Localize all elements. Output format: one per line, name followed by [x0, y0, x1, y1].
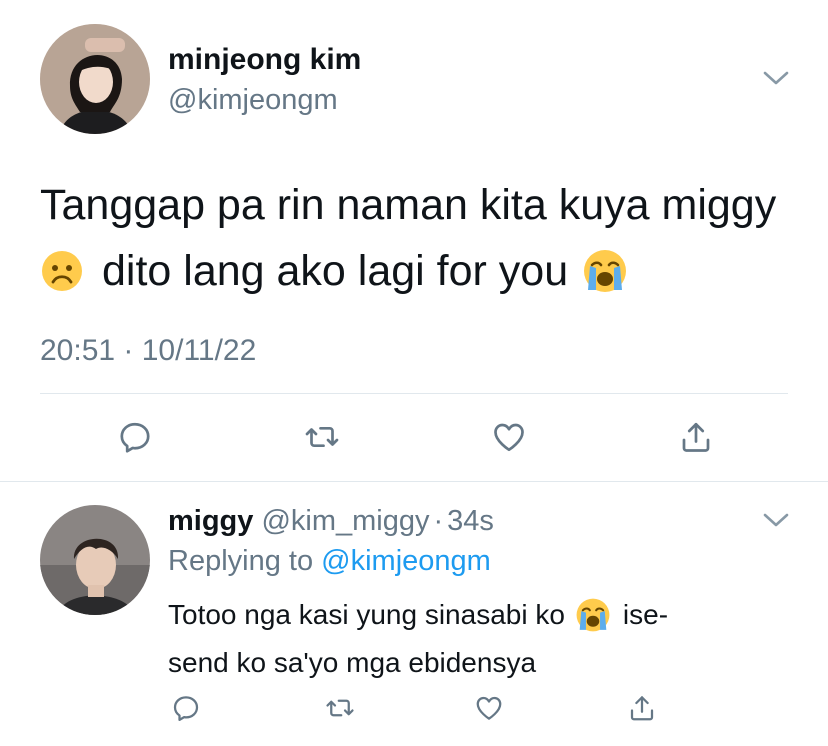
like-button[interactable]: [471, 690, 507, 726]
like-button[interactable]: [487, 415, 531, 459]
more-options-button[interactable]: [760, 64, 792, 92]
retweet-button[interactable]: [300, 415, 344, 459]
reply-text-line1-suffix: ise-: [622, 599, 669, 630]
loudly-crying-face-icon: [582, 248, 628, 294]
retweet-icon: [326, 699, 354, 717]
thread-divider: [0, 481, 828, 482]
main-tweet-text: Tanggap pa rin naman kita kuya miggy dit…: [40, 172, 810, 304]
loudly-crying-face-icon: [575, 597, 611, 633]
retweet-button[interactable]: [322, 690, 358, 726]
reply-text-line1: Totoo nga kasi yung sinasabi ko: [168, 599, 565, 630]
replying-to: Replying to @kimjeongm: [168, 544, 491, 578]
reply-separator: ·: [433, 505, 444, 537]
main-author-name[interactable]: minjeong kim: [168, 42, 361, 78]
replying-to-handle[interactable]: @kimjeongm: [321, 545, 491, 577]
main-author-avatar[interactable]: [40, 24, 150, 134]
reply-icon: [120, 422, 150, 453]
avatar-photo-icon: [40, 24, 150, 134]
reply-time-ago[interactable]: 34s: [447, 505, 494, 537]
reply-tweet-text: Totoo nga kasi yung sinasabi ko ise- sen…: [168, 591, 808, 687]
share-icon: [682, 422, 710, 452]
reply-author-handle[interactable]: @kim_miggy: [261, 505, 429, 537]
main-tweet-divider: [40, 393, 788, 394]
like-icon: [494, 423, 524, 452]
share-icon: [630, 696, 654, 721]
main-tweet-text-line2-row: dito lang ako lagi for you: [40, 238, 810, 304]
main-tweet-text-line2: dito lang ako lagi for you: [102, 247, 569, 295]
share-button[interactable]: [674, 415, 718, 459]
reply-author-avatar[interactable]: [40, 505, 150, 615]
reply-icon: [173, 696, 199, 721]
chevron-down-icon: [763, 513, 789, 527]
more-options-button[interactable]: [760, 506, 792, 534]
reply-author-name[interactable]: miggy: [168, 505, 253, 537]
like-icon: [476, 696, 502, 720]
share-button[interactable]: [624, 690, 660, 726]
chevron-down-icon: [763, 71, 789, 85]
main-tweet-text-line1: Tanggap pa rin naman kita kuya miggy: [40, 181, 777, 229]
reply-header: miggy @kim_miggy · 34s: [168, 504, 494, 538]
reply-button[interactable]: [168, 690, 204, 726]
reply-text-line2: send ko sa'yo mga ebidensya: [168, 647, 537, 678]
reply-text-line1-row: Totoo nga kasi yung sinasabi ko ise-: [168, 591, 808, 639]
main-author-handle[interactable]: @kimjeongm: [168, 83, 338, 117]
frowning-face-icon: [40, 249, 84, 293]
reply-button[interactable]: [113, 415, 157, 459]
main-tweet-timestamp[interactable]: 20:51 · 10/11/22: [40, 333, 256, 369]
avatar-photo-icon: [40, 505, 150, 615]
retweet-icon: [305, 426, 339, 448]
replying-to-label: Replying to: [168, 545, 314, 577]
